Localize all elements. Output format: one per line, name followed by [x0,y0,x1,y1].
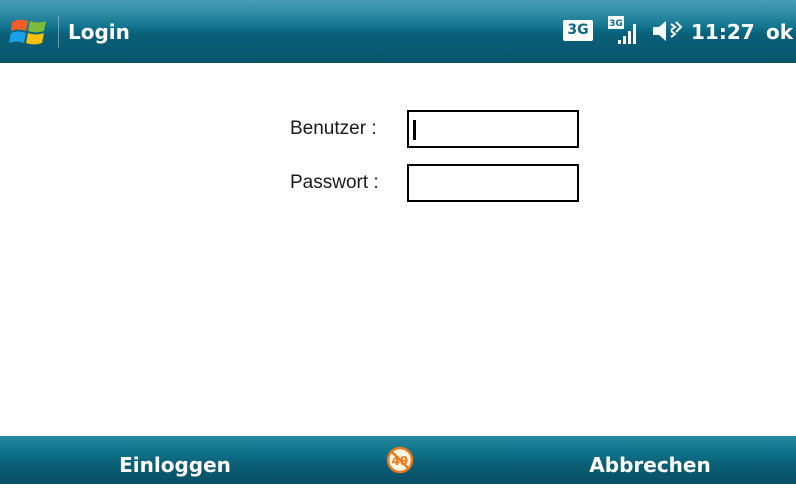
clock[interactable]: 11:27 [691,20,755,44]
signal-strength-indicator[interactable]: 3G [606,14,644,48]
windows-flag-icon [9,19,46,45]
login-softkey[interactable]: Einloggen [100,436,250,484]
start-menu-button[interactable] [8,14,54,50]
input-panel-button[interactable]: 49 [385,446,415,474]
text-caret [413,120,416,140]
password-field[interactable] [407,164,579,202]
ok-button[interactable]: ok [766,20,793,44]
speaker-icon [653,21,683,41]
volume-button[interactable] [650,16,684,46]
username-label: Benutzer : [290,118,377,139]
network-3g-badge: 3G [563,20,593,41]
svg-text:49: 49 [392,454,409,468]
username-field[interactable] [407,110,579,148]
cancel-softkey[interactable]: Abbrechen [560,436,740,484]
softkey-bar: Einloggen 49 Abbrechen [0,436,796,484]
window-title: Login [68,20,130,44]
svg-text:3G: 3G [609,19,623,29]
keyboard-sip-icon: 49 [386,446,414,474]
signal-strength-icon: 3G [608,16,636,44]
password-label: Passwort : [290,172,379,193]
title-bar: Login 3G 3G 11:27 ok [0,0,796,63]
title-separator [58,16,59,48]
